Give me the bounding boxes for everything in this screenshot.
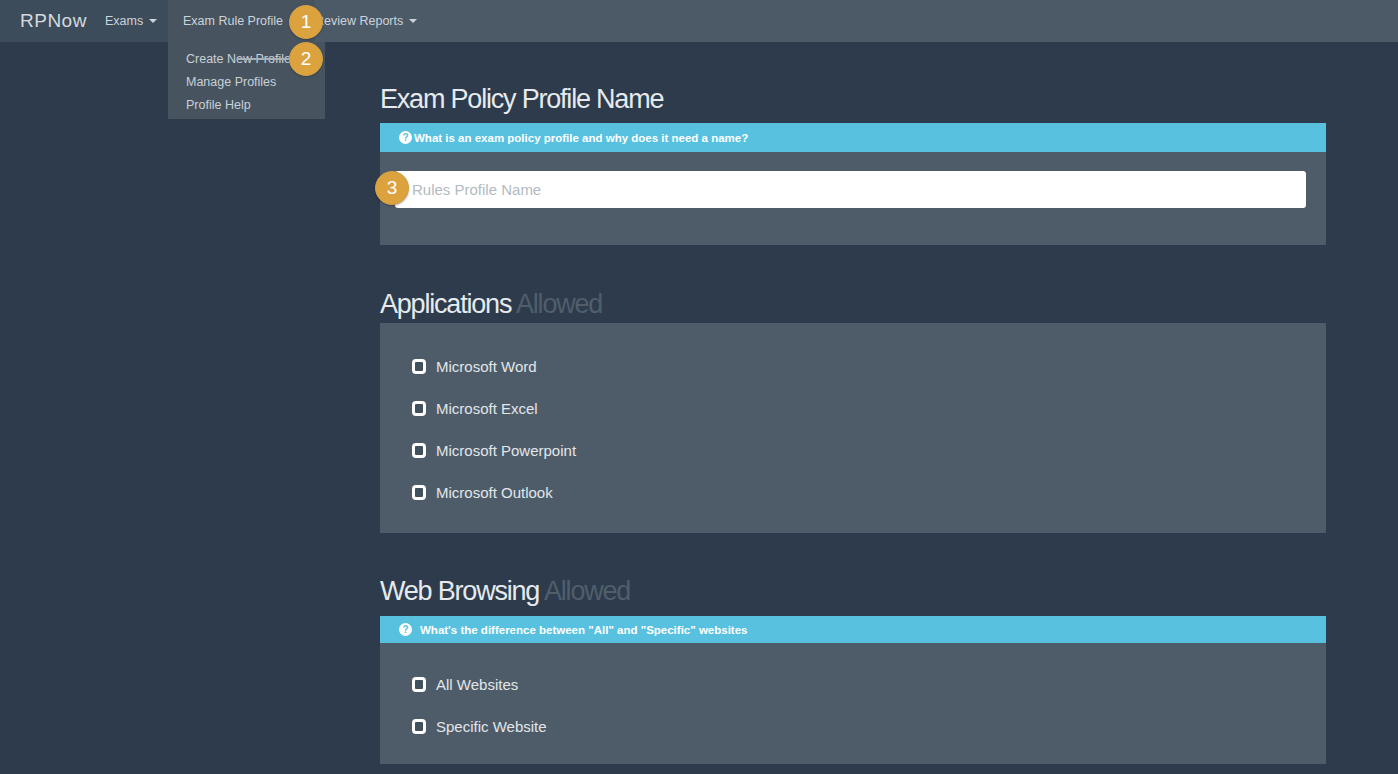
annotation-badge-3: 3 — [375, 171, 409, 205]
annotation-badge-1: 1 — [289, 5, 323, 39]
chevron-down-icon — [149, 19, 157, 23]
annotation-badge-2: 2 — [289, 42, 323, 76]
applications-section-title: Applications Allowed — [380, 289, 602, 320]
applications-panel: Microsoft Word Microsoft Excel Microsoft… — [380, 323, 1326, 533]
page-title: Exam Policy Profile Name — [380, 84, 663, 115]
checkbox-row-microsoft-excel[interactable]: Microsoft Excel — [380, 387, 1326, 429]
checkbox-row-all-websites[interactable]: All Websites — [380, 663, 1326, 705]
question-circle-icon: ? — [399, 131, 412, 144]
profile-name-panel — [380, 152, 1326, 245]
help-bar-profile-name[interactable]: ? What is an exam policy profile and why… — [380, 123, 1326, 152]
nav-item-exam-rule-profile[interactable]: Exam Rule Profile — [183, 0, 297, 42]
nav-item-exams[interactable]: Exams — [105, 0, 157, 42]
help-bar-web-browsing[interactable]: ? What's the difference between "All" an… — [380, 616, 1326, 643]
checkbox-row-microsoft-outlook[interactable]: Microsoft Outlook — [380, 471, 1326, 513]
web-browsing-panel: All Websites Specific Website — [380, 643, 1326, 764]
chevron-down-icon — [409, 19, 417, 23]
question-circle-icon: ? — [399, 623, 412, 636]
checkbox-icon[interactable] — [412, 677, 426, 692]
checkbox-icon[interactable] — [412, 359, 426, 374]
nav-item-review-reports[interactable]: Review Reports — [315, 0, 417, 42]
checkbox-row-specific-website[interactable]: Specific Website — [380, 705, 1326, 747]
top-navbar: RPNow Exams Exam Rule Profile Review Rep… — [0, 0, 1398, 42]
web-browsing-section-title: Web Browsing Allowed — [380, 576, 630, 607]
checkbox-icon[interactable] — [412, 401, 426, 416]
checkbox-row-microsoft-powerpoint[interactable]: Microsoft Powerpoint — [380, 429, 1326, 471]
help-bar-text: What's the difference between "All" and … — [420, 624, 747, 636]
checkbox-icon[interactable] — [412, 485, 426, 500]
rules-profile-name-input[interactable] — [395, 171, 1306, 208]
checkbox-icon[interactable] — [412, 719, 426, 734]
checkbox-row-microsoft-word[interactable]: Microsoft Word — [380, 345, 1326, 387]
help-bar-text: What is an exam policy profile and why d… — [414, 132, 748, 144]
app-logo[interactable]: RPNow — [20, 0, 87, 42]
checkbox-icon[interactable] — [412, 443, 426, 458]
menu-item-profile-help[interactable]: Profile Help — [168, 94, 325, 117]
annotation-line — [237, 58, 293, 60]
